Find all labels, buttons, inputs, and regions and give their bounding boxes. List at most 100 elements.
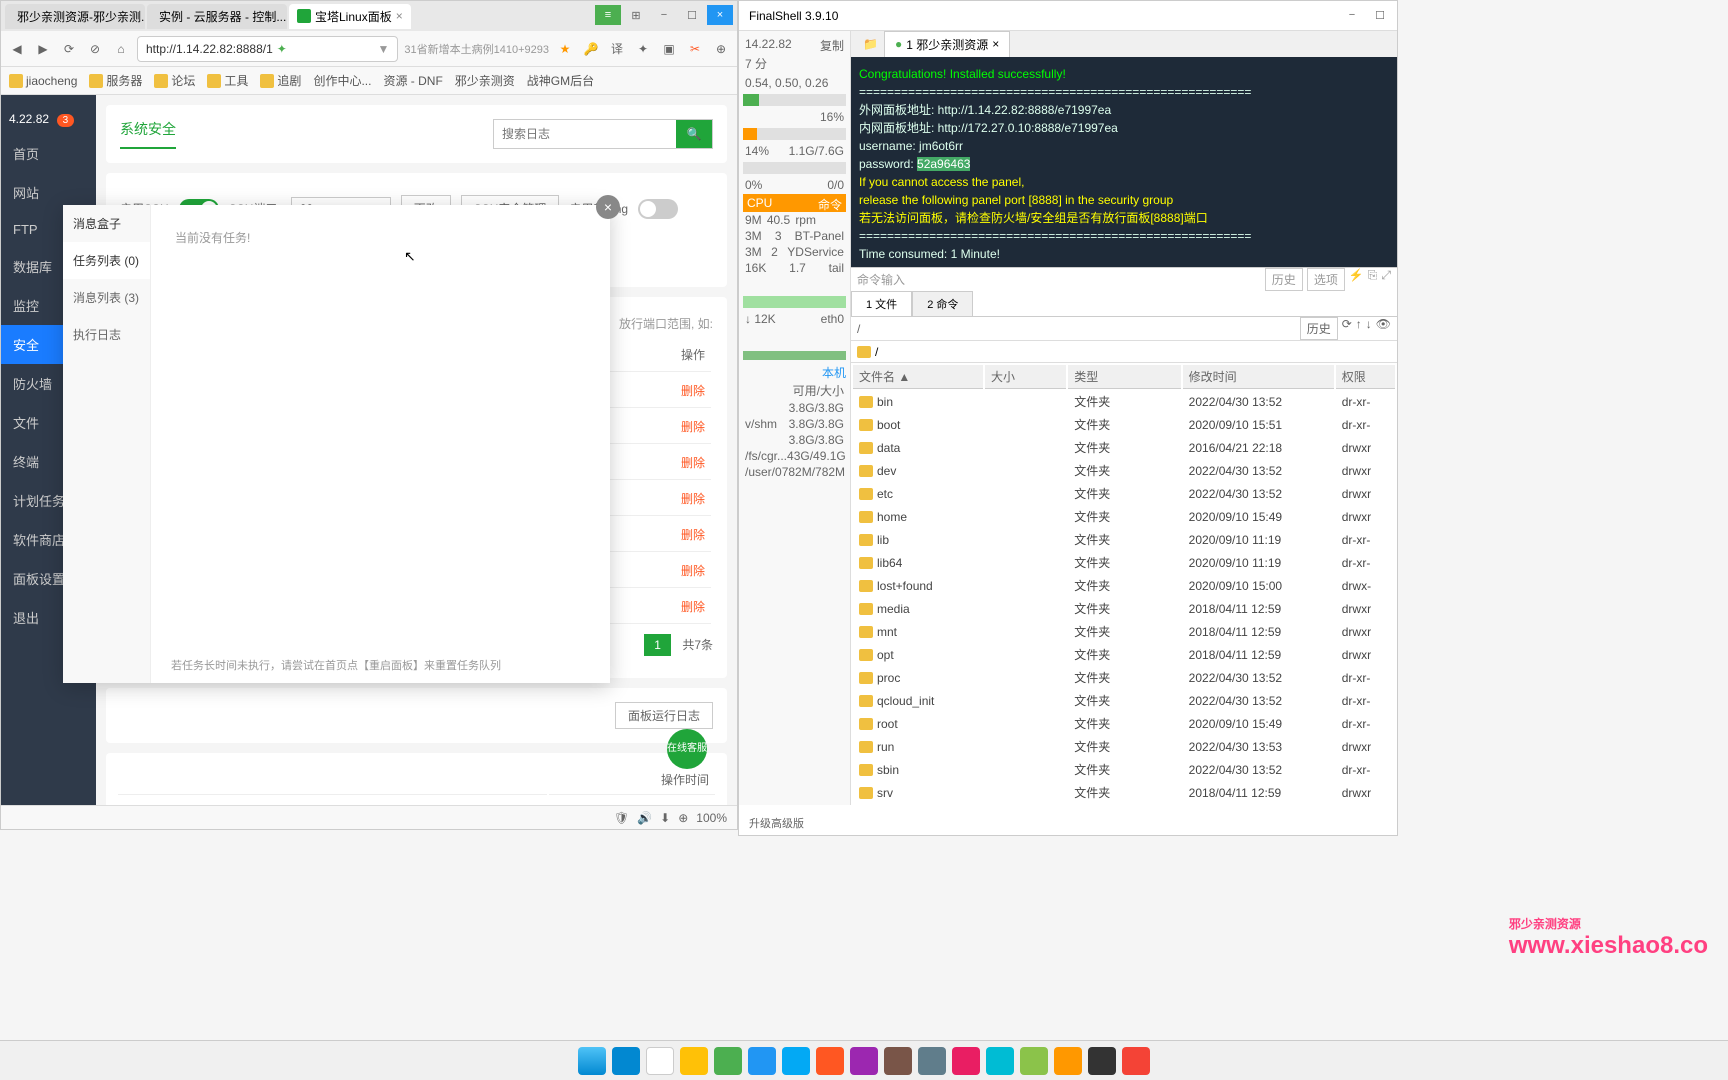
taskbar-app[interactable] xyxy=(952,1047,980,1075)
shield-icon[interactable]: 🛡 xyxy=(614,811,629,825)
window-maximize-icon[interactable]: ☐ xyxy=(1367,5,1393,25)
delete-link[interactable]: 删除 xyxy=(681,492,705,506)
bookmark-item[interactable]: 邪少亲测资 xyxy=(455,72,515,89)
file-row[interactable]: media文件夹2018/04/11 12:59drwxr xyxy=(853,598,1395,619)
window-pin-icon[interactable]: ⊞ xyxy=(623,5,649,25)
col-size[interactable]: 大小 xyxy=(985,365,1066,389)
options-button[interactable]: 选项 xyxy=(1307,268,1345,291)
back-icon[interactable]: ◀ xyxy=(7,39,27,59)
taskbar-app[interactable] xyxy=(646,1047,674,1075)
col-type[interactable]: 类型 xyxy=(1068,365,1180,389)
bookmark-item[interactable]: 工具 xyxy=(207,72,248,89)
bookmark-item[interactable]: jiaocheng xyxy=(9,74,77,88)
file-row[interactable]: qcloud_init文件夹2022/04/30 13:52dr-xr- xyxy=(853,690,1395,711)
file-tab-cmd[interactable]: 2 命令 xyxy=(912,291,973,316)
delete-link[interactable]: 删除 xyxy=(681,456,705,470)
window-minimize-icon[interactable]: − xyxy=(1339,5,1365,25)
ping-toggle[interactable] xyxy=(638,199,678,219)
notification-badge[interactable]: 3 xyxy=(57,114,75,127)
sound-icon[interactable]: 🔊 xyxy=(637,811,652,825)
command-hint[interactable]: 命令输入 xyxy=(857,271,905,288)
file-tab-files[interactable]: 1 文件 xyxy=(851,291,912,316)
taskbar-app[interactable] xyxy=(1054,1047,1082,1075)
taskbar-app[interactable] xyxy=(748,1047,776,1075)
log-search[interactable]: 🔍 xyxy=(493,119,713,149)
file-row[interactable]: opt文件夹2018/04/11 12:59drwxr xyxy=(853,644,1395,665)
translate-icon[interactable]: 译 xyxy=(607,39,627,59)
modal-tab-messages[interactable]: 消息列表 (3) xyxy=(63,279,150,316)
bookmark-item[interactable]: 追剧 xyxy=(260,72,301,89)
browser-tab-1[interactable]: 实例 - 云服务器 - 控制...× xyxy=(147,4,287,29)
taskbar-app[interactable] xyxy=(986,1047,1014,1075)
bookmark-item[interactable]: 资源 - DNF xyxy=(383,72,442,89)
file-row[interactable]: bin文件夹2022/04/30 13:52dr-xr- xyxy=(853,391,1395,412)
taskbar-app[interactable] xyxy=(1020,1047,1048,1075)
file-row[interactable]: etc文件夹2022/04/30 13:52drwxr xyxy=(853,483,1395,504)
taskbar-app[interactable] xyxy=(850,1047,878,1075)
history-button[interactable]: 历史 xyxy=(1300,317,1338,340)
customer-service-button[interactable]: 在线客服 xyxy=(667,729,707,769)
taskbar-app[interactable] xyxy=(782,1047,810,1075)
window-menu-icon[interactable]: ≡ xyxy=(595,5,621,25)
copy-icon[interactable]: ⎘ xyxy=(1368,268,1378,291)
delete-link[interactable]: 删除 xyxy=(681,528,705,542)
file-row[interactable]: root文件夹2020/09/10 15:49dr-xr- xyxy=(853,713,1395,734)
bookmark-item[interactable]: 战神GM后台 xyxy=(527,72,594,89)
taskbar-app[interactable] xyxy=(714,1047,742,1075)
file-row[interactable]: sbin文件夹2022/04/30 13:52dr-xr- xyxy=(853,759,1395,780)
forward-icon[interactable]: ▶ xyxy=(33,39,53,59)
folder-icon[interactable]: 📁 xyxy=(857,37,884,51)
more-icon[interactable]: ⊕ xyxy=(711,39,731,59)
file-row[interactable]: run文件夹2022/04/30 13:53drwxr xyxy=(853,736,1395,757)
browser-tab-0[interactable]: 邪少亲测资源-邪少亲测...× xyxy=(5,4,145,29)
terminal-tab[interactable]: ●1 邪少亲测资源× xyxy=(884,31,1010,58)
taskbar-app[interactable] xyxy=(884,1047,912,1075)
upload-icon[interactable]: ↑ xyxy=(1356,317,1362,340)
history-button[interactable]: 历史 xyxy=(1265,268,1303,291)
security-tab[interactable]: 系统安全 xyxy=(120,119,176,149)
window-maximize-icon[interactable]: ☐ xyxy=(679,5,705,25)
taskbar-app[interactable] xyxy=(1122,1047,1150,1075)
file-row[interactable]: lib文件夹2020/09/10 11:19dr-xr- xyxy=(853,529,1395,550)
modal-tab-tasks[interactable]: 任务列表 (0) xyxy=(63,242,150,279)
taskbar-app[interactable] xyxy=(612,1047,640,1075)
video-icon[interactable]: ▣ xyxy=(659,39,679,59)
close-icon[interactable]: × xyxy=(992,37,999,51)
taskbar-app[interactable] xyxy=(680,1047,708,1075)
upgrade-link[interactable]: 升级高级版 xyxy=(749,815,804,831)
col-date[interactable]: 修改时间 xyxy=(1183,365,1334,389)
file-row[interactable]: dev文件夹2022/04/30 13:52drwxr xyxy=(853,460,1395,481)
col-perm[interactable]: 权限 xyxy=(1336,365,1395,389)
home-icon[interactable]: ⌂ xyxy=(111,39,131,59)
hidden-icon[interactable]: 👁 xyxy=(1376,317,1391,340)
modal-close-button[interactable]: × xyxy=(596,195,620,219)
taskbar-app[interactable] xyxy=(816,1047,844,1075)
bolt-icon[interactable]: ⚡ xyxy=(1349,268,1364,291)
refresh-icon[interactable]: ⟳ xyxy=(1342,317,1352,340)
file-row[interactable]: lib64文件夹2020/09/10 11:19dr-xr- xyxy=(853,552,1395,573)
delete-link[interactable]: 删除 xyxy=(681,564,705,578)
expand-icon[interactable]: ⤢ xyxy=(1381,268,1391,291)
search-button[interactable]: 🔍 xyxy=(676,120,712,148)
stop-icon[interactable]: ⊘ xyxy=(85,39,105,59)
browser-tab-2[interactable]: 宝塔Linux面板× xyxy=(289,4,411,29)
taskbar-app[interactable] xyxy=(918,1047,946,1075)
file-path[interactable]: / 历史 ⟳ ↑ ↓ 👁 xyxy=(851,317,1397,341)
delete-link[interactable]: 删除 xyxy=(681,600,705,614)
puzzle-icon[interactable]: ✦ xyxy=(633,39,653,59)
file-row[interactable]: srv文件夹2018/04/11 12:59drwxr xyxy=(853,782,1395,803)
delete-link[interactable]: 删除 xyxy=(681,420,705,434)
file-row[interactable]: boot文件夹2020/09/10 15:51dr-xr- xyxy=(853,414,1395,435)
taskbar-app[interactable] xyxy=(1088,1047,1116,1075)
cut-icon[interactable]: ✂ xyxy=(685,39,705,59)
file-row[interactable]: home文件夹2020/09/10 15:49drwxr xyxy=(853,506,1395,527)
bookmark-item[interactable]: 服务器 xyxy=(89,72,142,89)
reload-icon[interactable]: ⟳ xyxy=(59,39,79,59)
window-close-icon[interactable]: × xyxy=(707,5,733,25)
close-icon[interactable]: × xyxy=(396,9,403,23)
window-minimize-icon[interactable]: − xyxy=(651,5,677,25)
file-row[interactable]: mnt文件夹2018/04/11 12:59drwxr xyxy=(853,621,1395,642)
local-link[interactable]: 本机 xyxy=(743,364,846,381)
panel-log-button[interactable]: 面板运行日志 xyxy=(615,702,713,729)
url-bar[interactable]: http://1.14.22.82:8888/1✦▼ xyxy=(137,36,398,62)
